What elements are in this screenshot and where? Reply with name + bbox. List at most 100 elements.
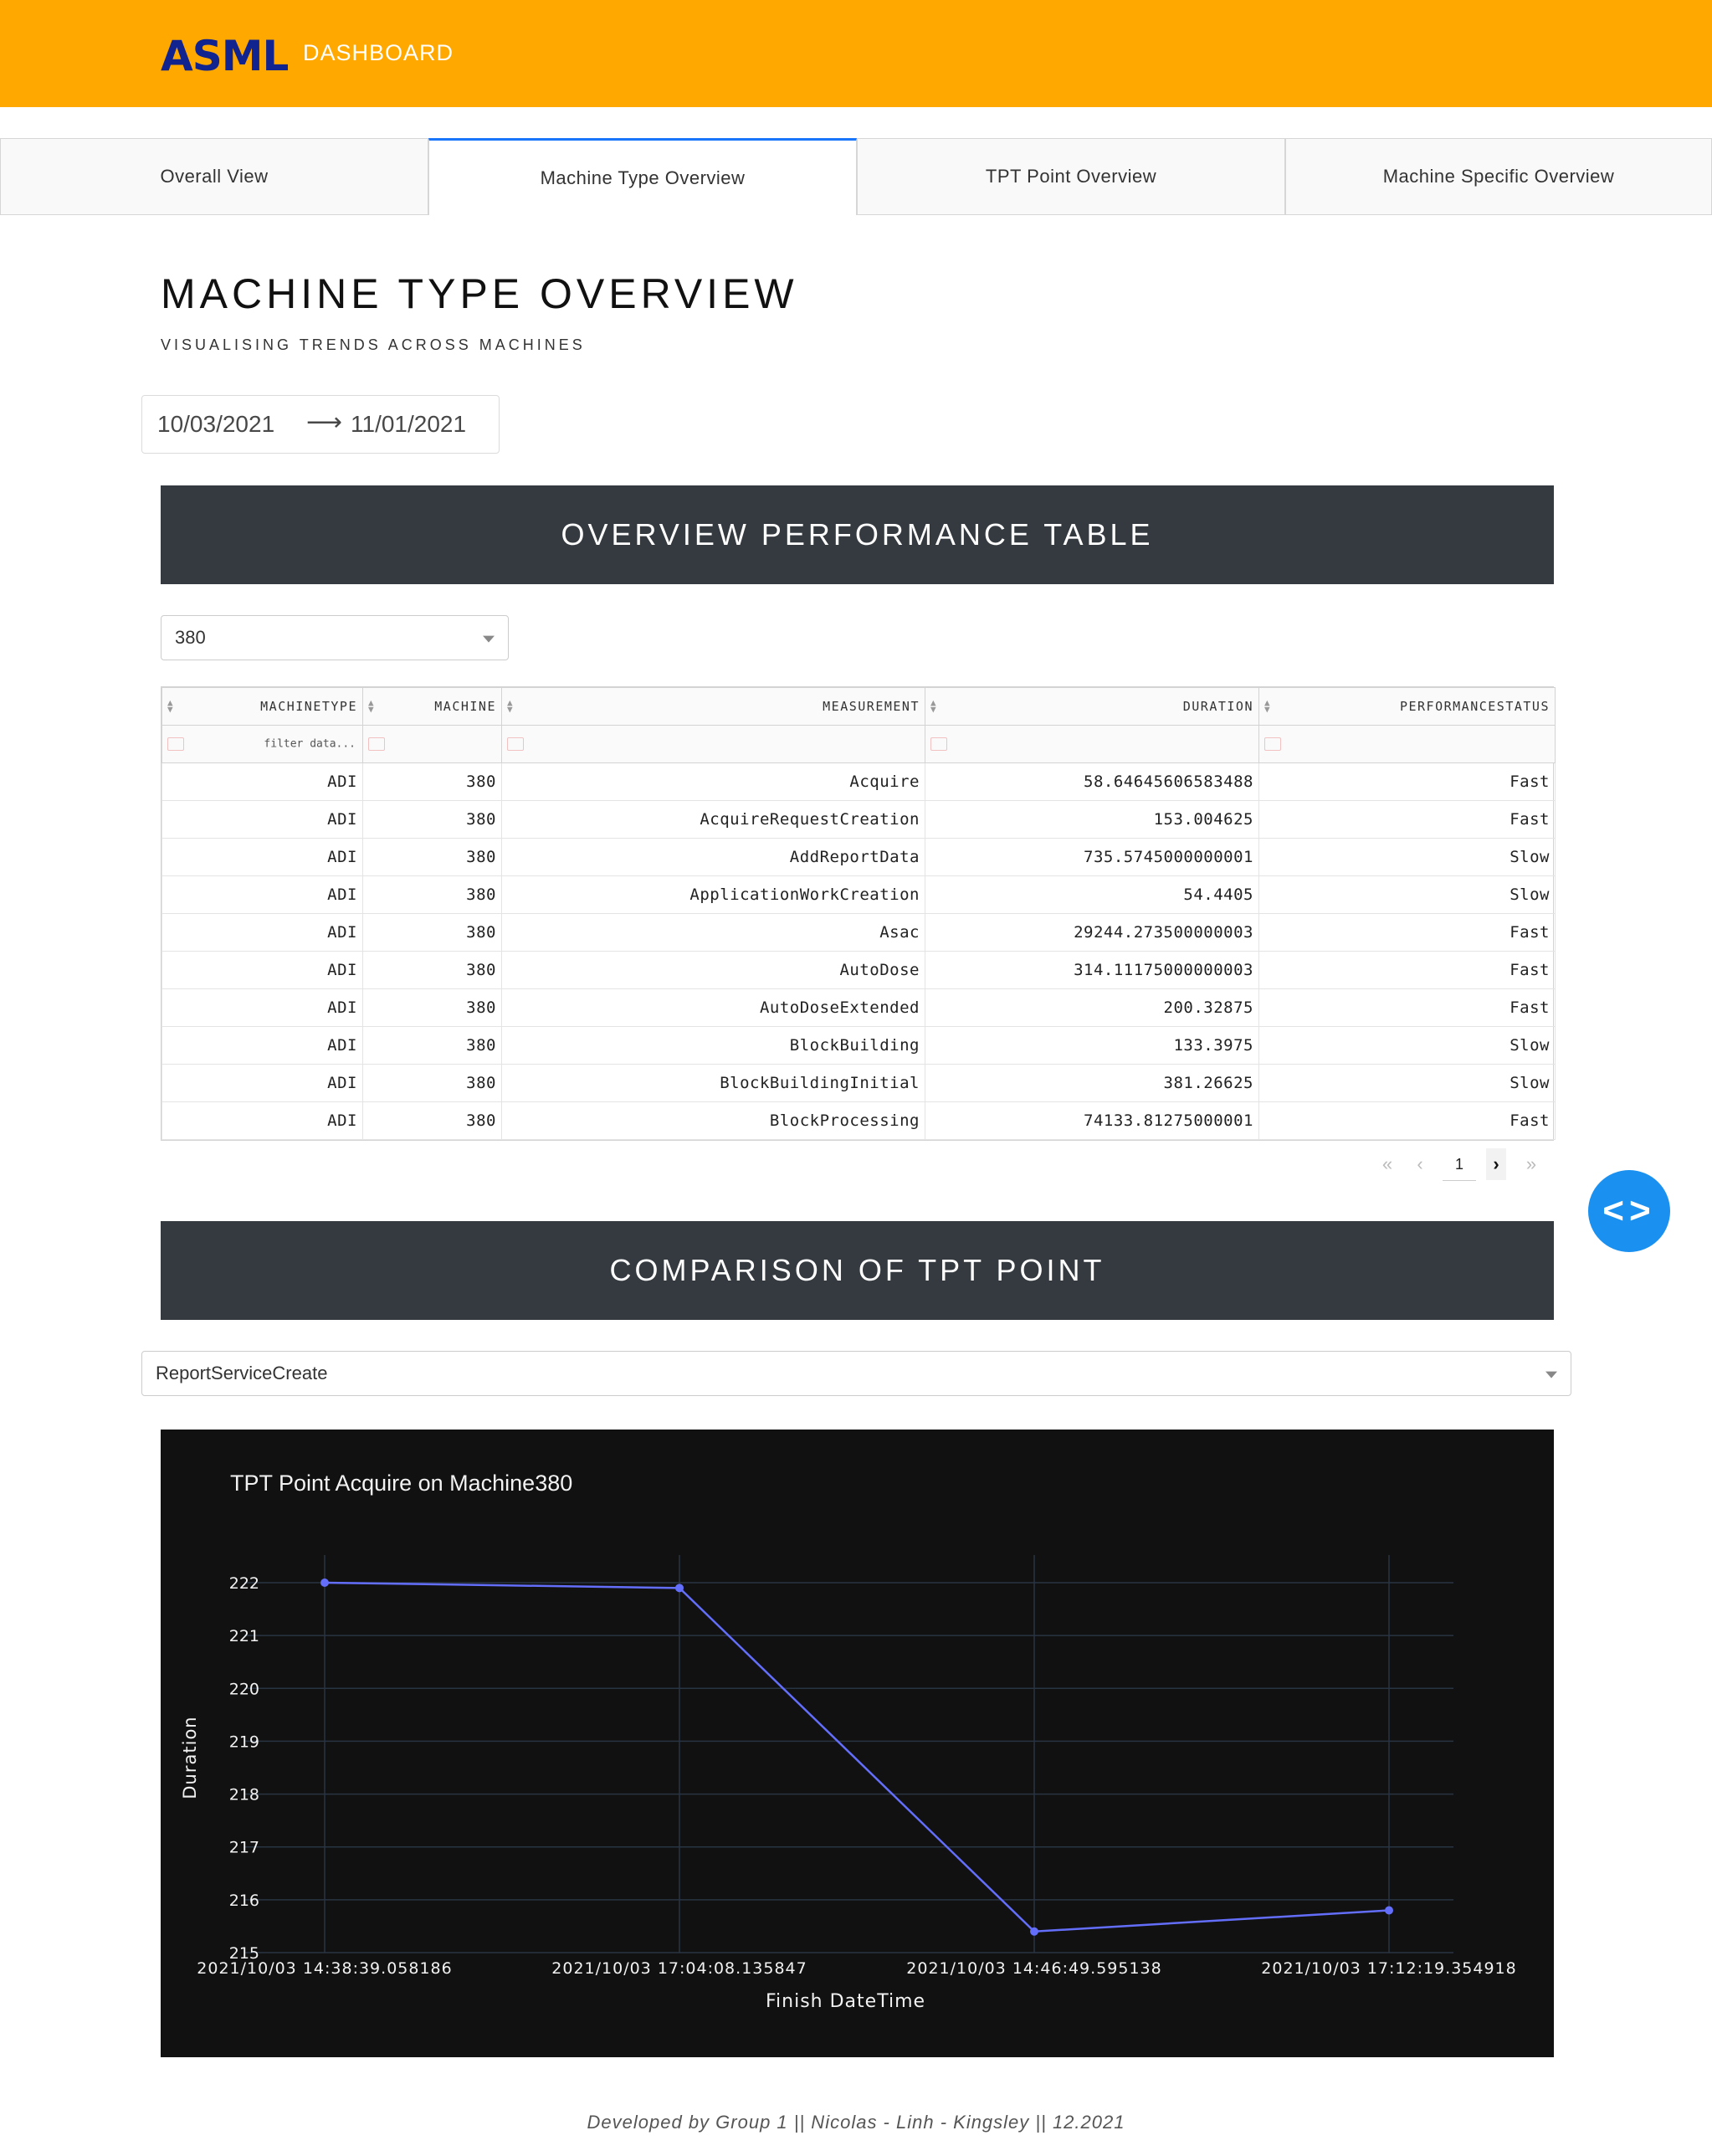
- filter-cell[interactable]: filter data...: [161, 725, 363, 763]
- table-cell[interactable]: ADI: [161, 988, 363, 1027]
- filter-cell[interactable]: [925, 725, 1259, 763]
- case-toggle-icon[interactable]: [368, 737, 385, 751]
- table-cell[interactable]: AcquireRequestCreation: [501, 800, 925, 839]
- data-point[interactable]: [1030, 1927, 1038, 1936]
- table-cell[interactable]: ADI: [161, 1064, 363, 1102]
- table-cell[interactable]: AutoDose: [501, 951, 925, 989]
- table-cell[interactable]: 380: [362, 1064, 502, 1102]
- tab-tpt-point-overview[interactable]: TPT Point Overview: [857, 138, 1285, 215]
- column-header[interactable]: ▲ ▼ MACHINE: [362, 687, 502, 726]
- table-cell[interactable]: 735.5745000000001: [925, 838, 1259, 876]
- data-point[interactable]: [1385, 1906, 1393, 1915]
- table-cell[interactable]: ADI: [161, 913, 363, 952]
- table-cell[interactable]: 314.11175000000003: [925, 951, 1259, 989]
- table-cell[interactable]: 29244.273500000003: [925, 913, 1259, 952]
- tab-overall-view[interactable]: Overall View: [0, 138, 428, 215]
- prev-page-button[interactable]: ‹: [1407, 1148, 1433, 1180]
- table-cell[interactable]: Fast: [1258, 988, 1556, 1027]
- machine-dropdown[interactable]: 380: [161, 615, 509, 660]
- sort-icon[interactable]: ▲ ▼: [1264, 698, 1271, 714]
- table-cell[interactable]: BlockBuildingInitial: [501, 1064, 925, 1102]
- sort-icon[interactable]: ▲ ▼: [368, 698, 375, 714]
- table-cell[interactable]: AddReportData: [501, 838, 925, 876]
- table-cell[interactable]: Fast: [1258, 913, 1556, 952]
- table-cell[interactable]: 200.32875: [925, 988, 1259, 1027]
- table-row[interactable]: ADI 380 BlockProcessing 74133.81275000001 Fa…: [161, 1101, 1556, 1140]
- table-cell[interactable]: ADI: [161, 1026, 363, 1065]
- table-cell[interactable]: 380: [362, 913, 502, 952]
- sort-icon[interactable]: ▲ ▼: [167, 698, 174, 714]
- end-date-input[interactable]: 11/01/2021: [351, 411, 466, 438]
- table-cell[interactable]: ADI: [161, 875, 363, 914]
- column-header[interactable]: ▲ ▼ MEASUREMENT: [501, 687, 925, 726]
- next-page-button[interactable]: ›: [1486, 1148, 1506, 1180]
- tpt-point-dropdown[interactable]: ReportServiceCreate: [141, 1351, 1571, 1396]
- table-cell[interactable]: Fast: [1258, 1101, 1556, 1140]
- tab-machine-specific-overview[interactable]: Machine Specific Overview: [1285, 138, 1712, 215]
- table-cell[interactable]: Fast: [1258, 951, 1556, 989]
- filter-cell[interactable]: [501, 725, 925, 763]
- table-cell[interactable]: 58.64645606583488: [925, 762, 1259, 801]
- table-row[interactable]: ADI 380 Asac 29244.273500000003 Fast: [161, 913, 1556, 952]
- table-row[interactable]: ADI 380 AutoDose 314.11175000000003 Fast: [161, 951, 1556, 989]
- page-number-input[interactable]: 1: [1443, 1148, 1476, 1181]
- table-cell[interactable]: Acquire: [501, 762, 925, 801]
- table-cell[interactable]: Slow: [1258, 838, 1556, 876]
- table-cell[interactable]: ApplicationWorkCreation: [501, 875, 925, 914]
- table-cell[interactable]: ADI: [161, 951, 363, 989]
- table-row[interactable]: ADI 380 BlockBuilding 133.3975 Slow: [161, 1026, 1556, 1065]
- table-cell[interactable]: Asac: [501, 913, 925, 952]
- table-cell[interactable]: 380: [362, 762, 502, 801]
- table-cell[interactable]: BlockProcessing: [501, 1101, 925, 1140]
- sort-icon[interactable]: ▲ ▼: [930, 698, 937, 714]
- table-cell[interactable]: Fast: [1258, 800, 1556, 839]
- table-cell[interactable]: 74133.81275000001: [925, 1101, 1259, 1140]
- table-row[interactable]: ADI 380 ApplicationWorkCreation 54.4405 Slow: [161, 875, 1556, 914]
- table-cell[interactable]: Slow: [1258, 1064, 1556, 1102]
- start-date-input[interactable]: 10/03/2021: [157, 411, 274, 438]
- table-row[interactable]: ADI 380 AddReportData 735.5745000000001 Slow: [161, 838, 1556, 876]
- table-cell[interactable]: BlockBuilding: [501, 1026, 925, 1065]
- table-cell[interactable]: 133.3975: [925, 1026, 1259, 1065]
- date-range-picker[interactable]: 10/03/2021 ⟶ 11/01/2021: [141, 395, 500, 454]
- column-header[interactable]: ▲ ▼ DURATION: [925, 687, 1259, 726]
- table-row[interactable]: ADI 380 AutoDoseExtended 200.32875 Fast: [161, 988, 1556, 1027]
- table-cell[interactable]: 381.26625: [925, 1064, 1259, 1102]
- column-header[interactable]: ▲ ▼ MACHINETYPE: [161, 687, 363, 726]
- code-brackets-icon[interactable]: <>: [1588, 1170, 1670, 1252]
- data-point[interactable]: [675, 1584, 684, 1593]
- table-cell[interactable]: Slow: [1258, 875, 1556, 914]
- tab-machine-type-overview[interactable]: Machine Type Overview: [428, 138, 857, 215]
- table-cell[interactable]: 380: [362, 875, 502, 914]
- case-toggle-icon[interactable]: [167, 737, 184, 751]
- table-row[interactable]: ADI 380 BlockBuildingInitial 381.26625 Slow: [161, 1064, 1556, 1102]
- table-cell[interactable]: ADI: [161, 838, 363, 876]
- table-cell[interactable]: ADI: [161, 1101, 363, 1140]
- sort-icon[interactable]: ▲ ▼: [507, 698, 514, 714]
- case-toggle-icon[interactable]: [930, 737, 947, 751]
- table-cell[interactable]: 380: [362, 951, 502, 989]
- table-row[interactable]: ADI 380 Acquire 58.64645606583488 Fast: [161, 762, 1556, 801]
- filter-cell[interactable]: [1258, 725, 1556, 763]
- table-cell[interactable]: 380: [362, 800, 502, 839]
- column-header[interactable]: ▲ ▼ PERFORMANCESTATUS: [1258, 687, 1556, 726]
- table-cell[interactable]: ADI: [161, 762, 363, 801]
- table-row[interactable]: ADI 380 AcquireRequestCreation 153.004625 Fa…: [161, 800, 1556, 839]
- table-cell[interactable]: 54.4405: [925, 875, 1259, 914]
- table-cell[interactable]: Fast: [1258, 762, 1556, 801]
- table-cell[interactable]: 153.004625: [925, 800, 1259, 839]
- first-page-button[interactable]: «: [1372, 1148, 1402, 1180]
- case-toggle-icon[interactable]: [1264, 737, 1281, 751]
- case-toggle-icon[interactable]: [507, 737, 524, 751]
- table-cell[interactable]: ADI: [161, 800, 363, 839]
- table-cell[interactable]: 380: [362, 1026, 502, 1065]
- filter-cell[interactable]: [362, 725, 502, 763]
- table-cell[interactable]: Slow: [1258, 1026, 1556, 1065]
- last-page-button[interactable]: »: [1516, 1148, 1546, 1180]
- table-cell[interactable]: 380: [362, 988, 502, 1027]
- chart-title: TPT Point Acquire on Machine380: [230, 1471, 572, 1496]
- table-cell[interactable]: 380: [362, 1101, 502, 1140]
- table-cell[interactable]: AutoDoseExtended: [501, 988, 925, 1027]
- table-cell[interactable]: 380: [362, 838, 502, 876]
- data-point[interactable]: [320, 1578, 329, 1587]
